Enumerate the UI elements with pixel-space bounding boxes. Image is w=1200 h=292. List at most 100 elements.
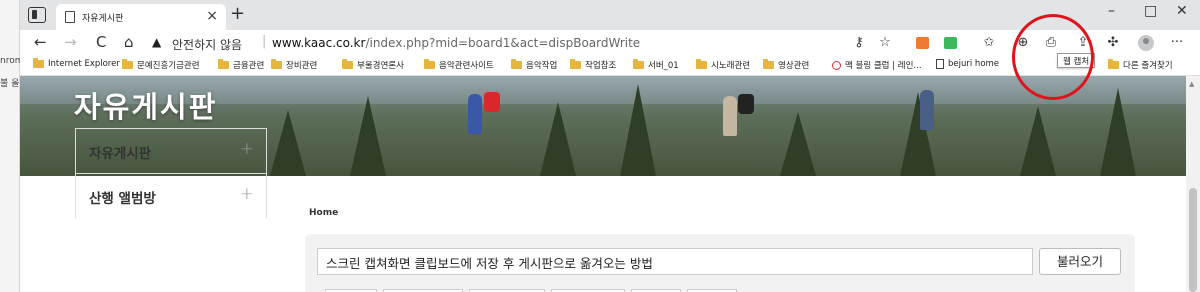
tab-current[interactable]: 자유게시판 × [56,4,226,30]
new-tab-button[interactable]: + [230,3,245,24]
hero-title: 자유게시판 [74,90,218,124]
other-favorites[interactable]: 다른 즐겨찾기 [1108,59,1173,71]
annotation-circle [1012,14,1094,100]
backpack [484,92,500,112]
extension-green-icon[interactable] [944,37,957,49]
hiker [920,90,934,130]
browser-window: 자유게시판 × + – □ ✕ ← → C ⌂ ▲ 안전하지 않음 | www.… [20,0,1200,292]
tree [270,110,306,176]
maximize-button[interactable]: □ [1144,3,1157,19]
favorite-item[interactable]: 부울경연론사 [342,59,404,71]
favorites-icon[interactable]: ✩ [980,34,998,52]
favorite-label: 음악작업 [526,61,558,71]
expand-icon[interactable]: + [240,139,254,159]
favorite-label: bejuri home [948,59,1000,69]
hiker [468,94,482,134]
page-scrollbar[interactable]: ▲ [1186,76,1200,292]
folder-icon [122,59,133,69]
folder-icon [271,59,282,69]
refresh-button[interactable]: C [96,33,106,51]
favorite-item[interactable]: 음악작업 [511,59,557,71]
extensions-icon[interactable]: ✣ [1104,34,1122,52]
favorite-label: Internet Explorer [48,59,120,69]
other-favorites-label: 다른 즐겨찾기 [1123,61,1173,71]
favorite-item[interactable]: 서버_01 [633,59,679,71]
hiker [723,96,737,136]
backpack [738,94,754,114]
favorite-label: 시노래관련 [711,61,751,71]
favorite-item[interactable]: 영상관련 [763,59,809,71]
favorite-item[interactable]: 장비관련 [271,59,317,71]
site-icon [832,60,841,70]
favorite-item[interactable]: 문예진흥기금관련 [122,59,200,71]
favorite-item[interactable]: 시노래관련 [696,59,750,71]
favorite-item[interactable]: Internet Explorer [33,58,120,69]
folder-icon [1108,59,1119,69]
home-button[interactable]: ⌂ [124,33,134,51]
folder-icon [570,59,581,69]
extension-orange-icon[interactable] [916,37,929,49]
folder-icon [218,59,229,69]
favorite-label: 작업참조 [585,61,617,71]
breadcrumb[interactable]: Home [309,208,338,218]
url-path: /index.php?mid=board1&act=dispBoardWrite [365,36,641,50]
tree [540,102,576,176]
expand-icon[interactable]: + [240,184,254,204]
sidebar-item-label: 자유게시판 [89,146,152,162]
folder-icon [424,59,435,69]
tab-close-icon[interactable]: × [206,8,218,24]
favorite-label: 문예진흥기금관련 [137,61,200,71]
favorite-label: 서버_01 [648,61,679,71]
favorite-label: 장비관련 [286,61,318,71]
url-text[interactable]: www.kaac.co.kr/index.php?mid=board1&act=… [272,36,640,50]
favorite-item[interactable]: 작업참조 [570,59,616,71]
address-bar[interactable]: ▲ 안전하지 않음 | www.kaac.co.kr/index.php?mid… [148,32,924,54]
close-window-button[interactable]: ✕ [1176,3,1188,19]
tree [350,96,386,176]
folder-icon [633,59,644,69]
tab-actions-icon[interactable] [28,7,46,23]
tab-title: 자유게시판 [82,14,124,24]
tree [620,84,656,176]
url-separator: | [262,34,267,49]
favorite-item[interactable]: 금융관련 [218,59,264,71]
page-icon [65,11,75,23]
key-icon[interactable]: ⚷ [850,34,868,52]
background-text: 불 올 [0,79,20,89]
folder-icon [342,59,353,69]
back-button[interactable]: ← [34,33,47,51]
insecure-label[interactable]: 안전하지 않음 [172,36,242,53]
sidebar-item-free-board[interactable]: 자유게시판 + [75,128,267,173]
forward-button[interactable]: → [64,33,77,51]
tree [1100,88,1136,176]
folder-icon [763,59,774,69]
profile-icon[interactable] [1138,35,1154,51]
sidebar-item-album[interactable]: 산행 앨범방 + [75,173,267,218]
favorite-item[interactable]: bejuri home [936,59,999,69]
minimize-button[interactable]: – [1108,3,1115,19]
favorite-item[interactable]: 맥 블링 클럽 | 레인... [832,59,922,71]
favorite-add-icon[interactable]: ☆ [876,34,894,52]
tree [1020,106,1056,176]
warning-icon[interactable]: ▲ [152,35,161,49]
more-icon[interactable]: ··· [1168,34,1186,52]
write-form: 스크린 캡쳐화면 클립보드에 저장 후 게시판으로 옮겨오는 방법 불러오기 [305,234,1135,292]
post-title-input[interactable]: 스크린 캡쳐화면 클립보드에 저장 후 게시판으로 옮겨오는 방법 [317,248,1033,275]
background-text: nrom [0,56,20,66]
favorite-label: 음악관련사이트 [439,61,494,71]
scroll-up-icon[interactable]: ▲ [1189,80,1194,88]
tab-strip: 자유게시판 × + – □ ✕ [20,0,1200,30]
favorite-item[interactable]: 음악관련사이트 [424,59,494,71]
background-window: nrom 불 올 [0,0,20,292]
tree [780,112,816,176]
load-button[interactable]: 불러오기 [1039,248,1121,275]
document-icon [936,59,944,69]
url-host: www.kaac.co.kr [272,36,366,50]
sidebar-item-label: 산행 앨범방 [89,191,156,207]
folder-icon [696,59,707,69]
favorite-label: 맥 블링 클럽 | 레인... [845,61,922,71]
scrollbar-thumb[interactable] [1189,188,1197,292]
favorite-label: 부울경연론사 [357,61,404,71]
favorite-label: 영상관련 [778,61,810,71]
sidebar-menu: 자유게시판 + 산행 앨범방 + [75,128,267,218]
